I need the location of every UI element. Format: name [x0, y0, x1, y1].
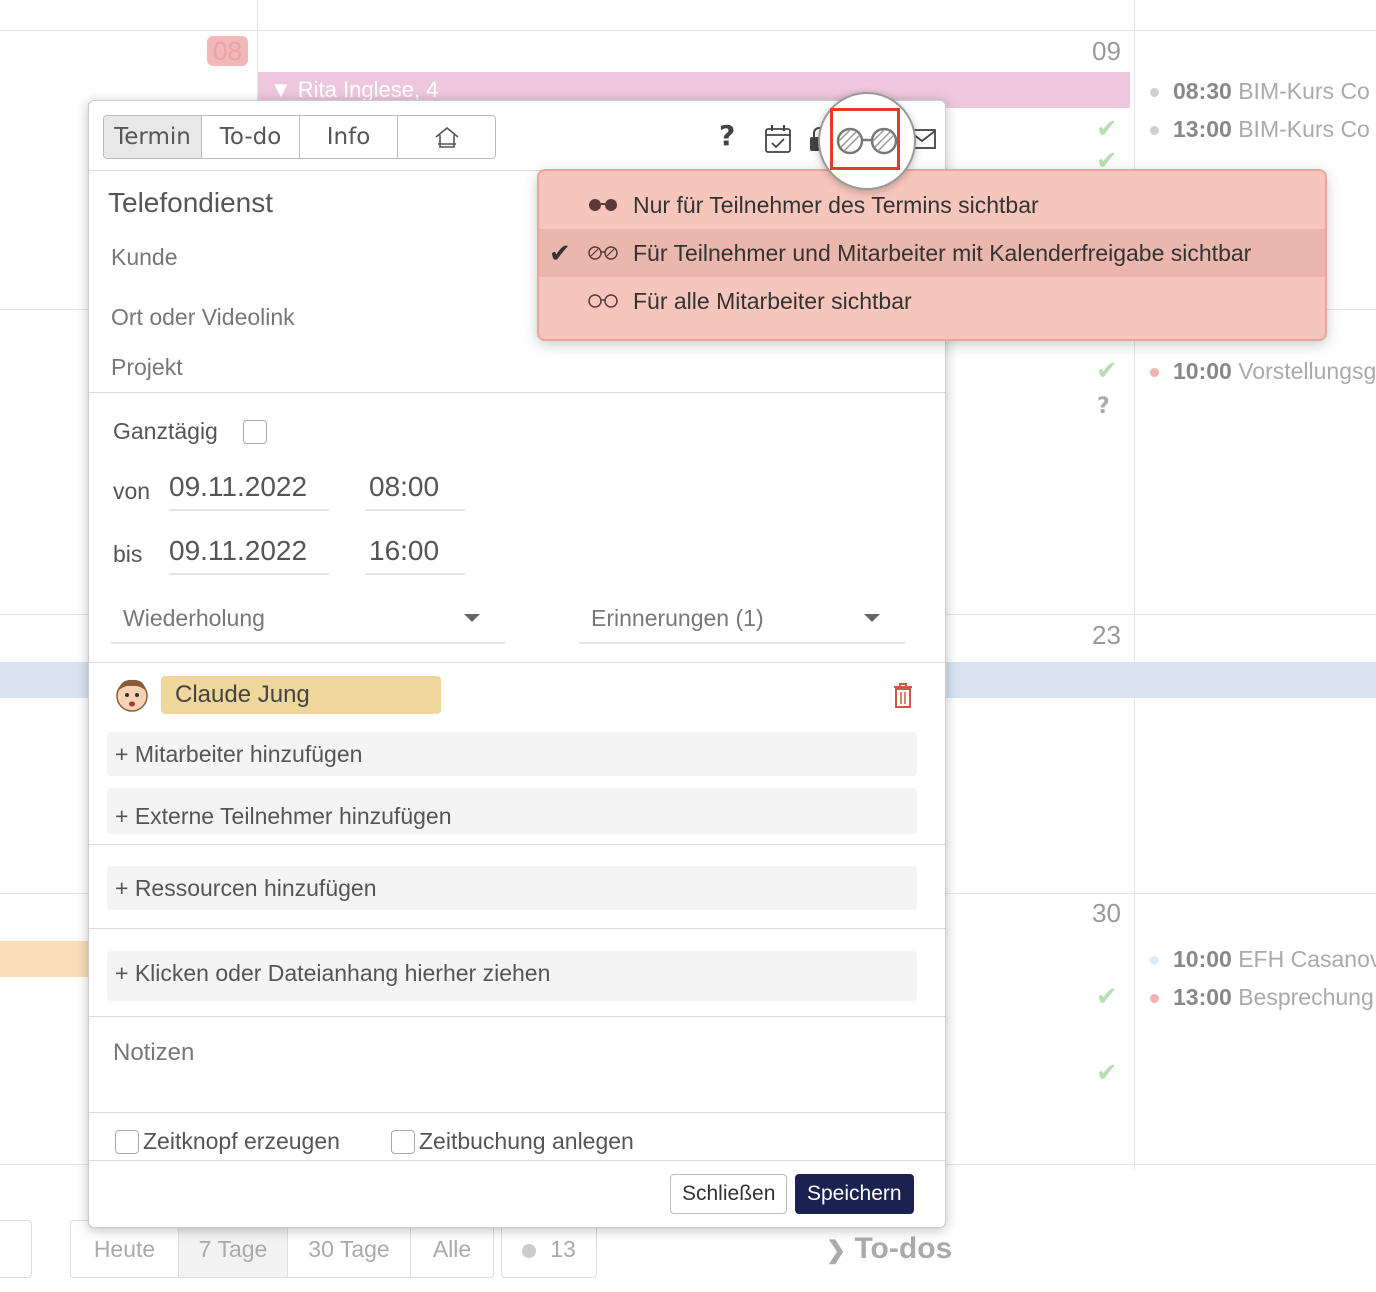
to-date-input[interactable]: 09.11.2022 — [169, 535, 307, 567]
allday-checkbox[interactable] — [243, 420, 267, 444]
outline-glasses-icon — [588, 294, 618, 308]
customer-field[interactable]: Kunde — [111, 244, 178, 271]
hatched-glasses-icon — [836, 127, 898, 155]
question-icon: ? — [1097, 394, 1110, 419]
booking-label: Zeitbuchung anlegen — [419, 1128, 634, 1154]
check-icon: ✔ — [1096, 356, 1118, 386]
visibility-option-shared[interactable]: ✔ Für Teilnehmer und Mitarbeiter mit Kal… — [539, 229, 1325, 277]
check-icon: ✔ — [1096, 146, 1118, 168]
checkmark-icon: ✔ — [549, 238, 571, 268]
tab-todo[interactable]: To-do — [202, 116, 300, 158]
caret-down-icon — [864, 614, 880, 622]
reminders-select[interactable]: Erinnerungen (1) — [579, 597, 905, 644]
visibility-option-participants[interactable]: Nur für Teilnehmer des Termins sichtbar — [539, 181, 1325, 229]
allday-label: Ganztägig — [113, 418, 218, 444]
to-time-input[interactable]: 16:00 — [369, 535, 439, 567]
avatar — [116, 679, 148, 712]
close-button[interactable]: Schließen — [670, 1174, 788, 1214]
calendar-event[interactable]: 10:00 Vorstellungsg — [1150, 358, 1376, 385]
appointment-title[interactable]: Telefondienst — [108, 187, 273, 219]
calendar-event[interactable]: 08:30 BIM-Kurs Co — [1150, 78, 1370, 105]
booking-checkbox[interactable] — [391, 1130, 415, 1154]
visibility-button-magnifier[interactable] — [818, 92, 916, 190]
day-number[interactable]: 23 — [1092, 620, 1121, 651]
location-field[interactable]: Ort oder Videolink — [111, 304, 295, 331]
thirty-days-button[interactable]: 30 Tage — [288, 1221, 411, 1277]
event-dot — [1150, 368, 1159, 378]
calendar-event[interactable]: 13:00 BIM-Kurs Co — [1150, 116, 1370, 143]
help-icon[interactable]: ? — [719, 119, 735, 152]
caret-down-icon — [464, 614, 480, 622]
tab-termin[interactable]: Termin — [104, 116, 202, 158]
house-icon — [434, 126, 459, 148]
dialog-tabs: Termin To-do Info — [103, 115, 496, 159]
participant-chip[interactable]: Claude Jung — [161, 676, 441, 714]
add-staff-button[interactable]: + Mitarbeiter hinzufügen — [107, 732, 917, 776]
check-icon: ✔ — [1096, 114, 1118, 144]
all-button[interactable]: Alle — [411, 1221, 493, 1277]
timer-label: Zeitknopf erzeugen — [143, 1128, 340, 1154]
today-button[interactable]: Heute — [71, 1221, 179, 1277]
calendar-check-icon[interactable] — [763, 123, 793, 155]
from-time-input[interactable]: 08:00 — [369, 471, 439, 503]
event-dot — [1150, 956, 1159, 966]
event-dot — [1150, 994, 1159, 1004]
check-icon: ✔ — [1096, 982, 1118, 1012]
day-number[interactable]: 09 — [1092, 36, 1121, 67]
event-dot — [1150, 126, 1159, 136]
todos-toggle[interactable]: ❯ To-dos — [826, 1232, 952, 1266]
calendar-event[interactable]: 13:00 Besprechung — [1150, 984, 1374, 1011]
attachment-dropzone[interactable]: + Klicken oder Dateianhang hierher ziehe… — [107, 951, 917, 1001]
check-icon: ✔ — [1096, 1058, 1118, 1088]
visibility-menu: Nur für Teilnehmer des Termins sichtbar … — [537, 169, 1327, 341]
tab-info[interactable]: Info — [300, 116, 398, 158]
add-resources-button[interactable]: + Ressourcen hinzufügen — [107, 866, 917, 910]
tab-home[interactable] — [398, 116, 495, 158]
filled-glasses-icon — [589, 199, 617, 211]
range-switcher: Heute 7 Tage 30 Tage Alle — [70, 1220, 494, 1278]
project-field[interactable]: Projekt — [111, 354, 183, 381]
repeat-select[interactable]: Wiederholung — [111, 597, 505, 644]
prev-control[interactable] — [0, 1220, 32, 1278]
timer-checkbox[interactable] — [115, 1130, 139, 1154]
day-number-today[interactable]: 08 — [207, 36, 248, 67]
calendar-event[interactable]: 10:00 EFH Casanov — [1150, 946, 1376, 973]
add-external-button[interactable]: + Externe Teilnehmer hinzufügen — [107, 788, 917, 834]
from-label: von — [113, 478, 151, 504]
day-number[interactable]: 30 — [1092, 898, 1121, 929]
multiday-event-bar[interactable] — [0, 941, 90, 977]
seven-days-button[interactable]: 7 Tage — [179, 1221, 288, 1277]
trash-icon[interactable] — [891, 681, 915, 709]
count-badge[interactable]: 13 — [501, 1220, 597, 1278]
event-dot — [1150, 88, 1159, 98]
filter-icon: ▼ — [270, 77, 292, 102]
notes-field[interactable]: Notizen — [113, 1039, 194, 1067]
visibility-option-all[interactable]: Für alle Mitarbeiter sichtbar — [539, 277, 1325, 325]
from-date-input[interactable]: 09.11.2022 — [169, 471, 307, 503]
chevron-down-icon: ❯ — [826, 1237, 847, 1264]
hatched-glasses-icon — [588, 246, 618, 260]
save-button[interactable]: Speichern — [795, 1174, 914, 1214]
dot-icon — [522, 1243, 537, 1258]
to-label: bis — [113, 541, 143, 567]
